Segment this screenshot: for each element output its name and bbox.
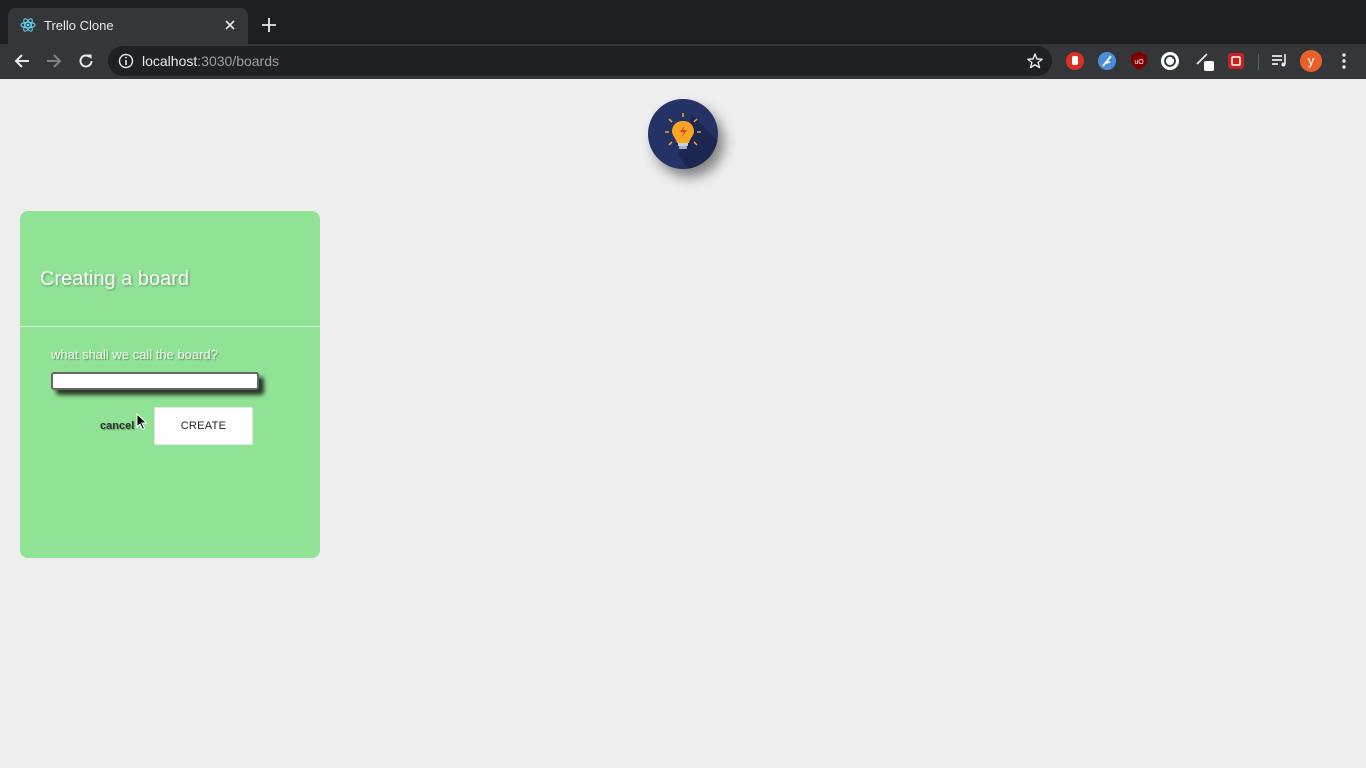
create-board-card: Creating a board what shall we call the … (20, 211, 320, 558)
media-queue-icon[interactable] (1270, 51, 1290, 71)
info-icon[interactable] (118, 53, 134, 69)
star-icon[interactable] (1026, 52, 1044, 70)
sync-extension-icon[interactable] (1160, 51, 1180, 71)
url-text[interactable]: localhost:3030/boards (142, 53, 279, 69)
app-logo[interactable] (648, 99, 718, 169)
gift-extension-icon[interactable] (1226, 51, 1246, 71)
profile-avatar[interactable]: y (1300, 50, 1322, 72)
feather-extension-icon[interactable] (1097, 51, 1117, 71)
page-content: Creating a board what shall we call the … (0, 79, 1366, 768)
stop-hand-extension-icon[interactable] (1065, 51, 1085, 71)
mouse-cursor-icon (136, 413, 148, 431)
url-path: :3030/boards (197, 53, 279, 69)
arrow-right-icon[interactable] (44, 51, 64, 71)
toolbar-separator (1258, 54, 1259, 70)
browser-tab[interactable]: Trello Clone (8, 8, 248, 44)
reload-icon[interactable] (76, 51, 96, 71)
tab-title: Trello Clone (44, 18, 114, 33)
card-title: Creating a board (40, 268, 189, 290)
react-icon (20, 18, 36, 32)
close-icon[interactable] (222, 17, 238, 33)
svg-text:uO: uO (1134, 59, 1144, 66)
cancel-button[interactable]: cancel (100, 420, 134, 432)
ublock-extension-icon[interactable]: uO (1129, 51, 1149, 71)
card-header: Creating a board (20, 211, 320, 327)
address-bar[interactable]: localhost:3030/boards (108, 46, 1052, 76)
create-button[interactable]: CREATE (154, 407, 253, 445)
browser-tab-strip: Trello Clone (0, 0, 1366, 44)
arrow-left-icon[interactable] (12, 51, 32, 71)
board-name-input[interactable] (51, 372, 259, 390)
url-host: localhost (142, 53, 198, 69)
pen-extension-icon[interactable] (1194, 51, 1214, 71)
kebab-menu-icon[interactable] (1336, 52, 1352, 70)
lightbulb-icon (665, 113, 718, 169)
board-name-label: what shall we call the board? (51, 347, 218, 362)
browser-toolbar: localhost:3030/boards uO y (0, 44, 1366, 79)
plus-icon[interactable] (260, 16, 278, 34)
